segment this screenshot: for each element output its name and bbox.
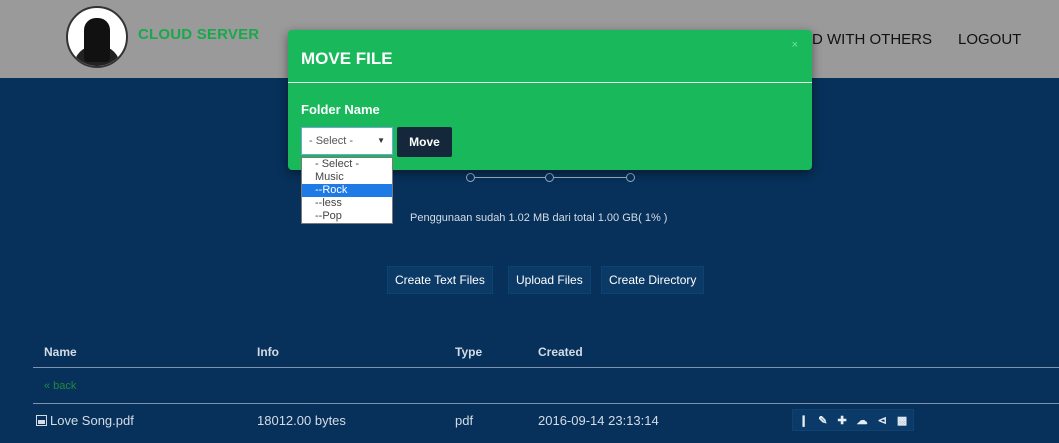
progress-steps — [466, 171, 636, 183]
table-divider — [33, 403, 1059, 404]
folder-select-value: - Select - — [309, 135, 354, 147]
table-divider — [33, 367, 1059, 368]
brand-title[interactable]: CLOUD SERVER — [138, 26, 259, 43]
dropdown-option[interactable]: Music — [302, 171, 392, 184]
close-icon[interactable]: × — [792, 39, 798, 51]
modal-divider — [288, 82, 812, 83]
dropdown-option[interactable]: - Select - — [302, 158, 392, 171]
nav-logout[interactable]: LOGOUT — [958, 31, 1021, 48]
upload-files-button[interactable]: Upload Files — [508, 266, 591, 294]
dropdown-option[interactable]: --less — [302, 197, 392, 210]
create-text-files-button[interactable]: Create Text Files — [387, 266, 493, 294]
info-icon[interactable]: ❙ — [799, 414, 808, 427]
storage-usage-text: Penggunaan sudah 1.02 MB dari total 1.00… — [410, 212, 668, 224]
trash-icon[interactable]: ▩ — [897, 414, 907, 427]
column-header-type: Type — [455, 345, 483, 359]
modal-title: MOVE FILE — [301, 49, 393, 68]
back-link[interactable]: « back — [44, 380, 76, 392]
file-created: 2016-09-14 23:13:14 — [538, 413, 659, 428]
move-file-modal: MOVE FILE × Folder Name - Select - ▼ Mov… — [288, 30, 812, 170]
dropdown-option-selected[interactable]: --Rock — [302, 184, 392, 197]
anonymous-logo-icon[interactable] — [66, 6, 128, 68]
row-action-group: ❙ ✎ ✚ ☁ ⊲ ▩ — [792, 409, 915, 431]
cloud-upload-icon[interactable]: ☁ — [857, 414, 868, 427]
folder-dropdown-list: - Select - Music --Rock --less --Pop — [301, 157, 393, 224]
folder-select[interactable]: - Select - ▼ — [301, 127, 393, 155]
move-button[interactable]: Move — [397, 127, 452, 157]
column-header-created: Created — [538, 345, 583, 359]
file-name[interactable]: Love Song.pdf — [50, 413, 134, 428]
file-type: pdf — [455, 413, 474, 428]
edit-icon[interactable]: ✎ — [818, 414, 827, 427]
dropdown-option[interactable]: --Pop — [302, 210, 392, 223]
column-header-info: Info — [257, 345, 279, 359]
column-header-name: Name — [44, 345, 77, 359]
folder-name-label: Folder Name — [301, 102, 380, 117]
nav-shared-with-others[interactable]: D WITH OTHERS — [812, 31, 932, 48]
chevron-down-icon: ▼ — [377, 136, 385, 145]
move-icon[interactable]: ✚ — [837, 414, 846, 427]
create-directory-button[interactable]: Create Directory — [601, 266, 705, 294]
file-info: 18012.00 bytes — [257, 413, 346, 428]
image-file-icon — [36, 415, 47, 426]
share-icon[interactable]: ⊲ — [878, 414, 887, 427]
table-row[interactable]: Love Song.pdf — [36, 413, 134, 428]
